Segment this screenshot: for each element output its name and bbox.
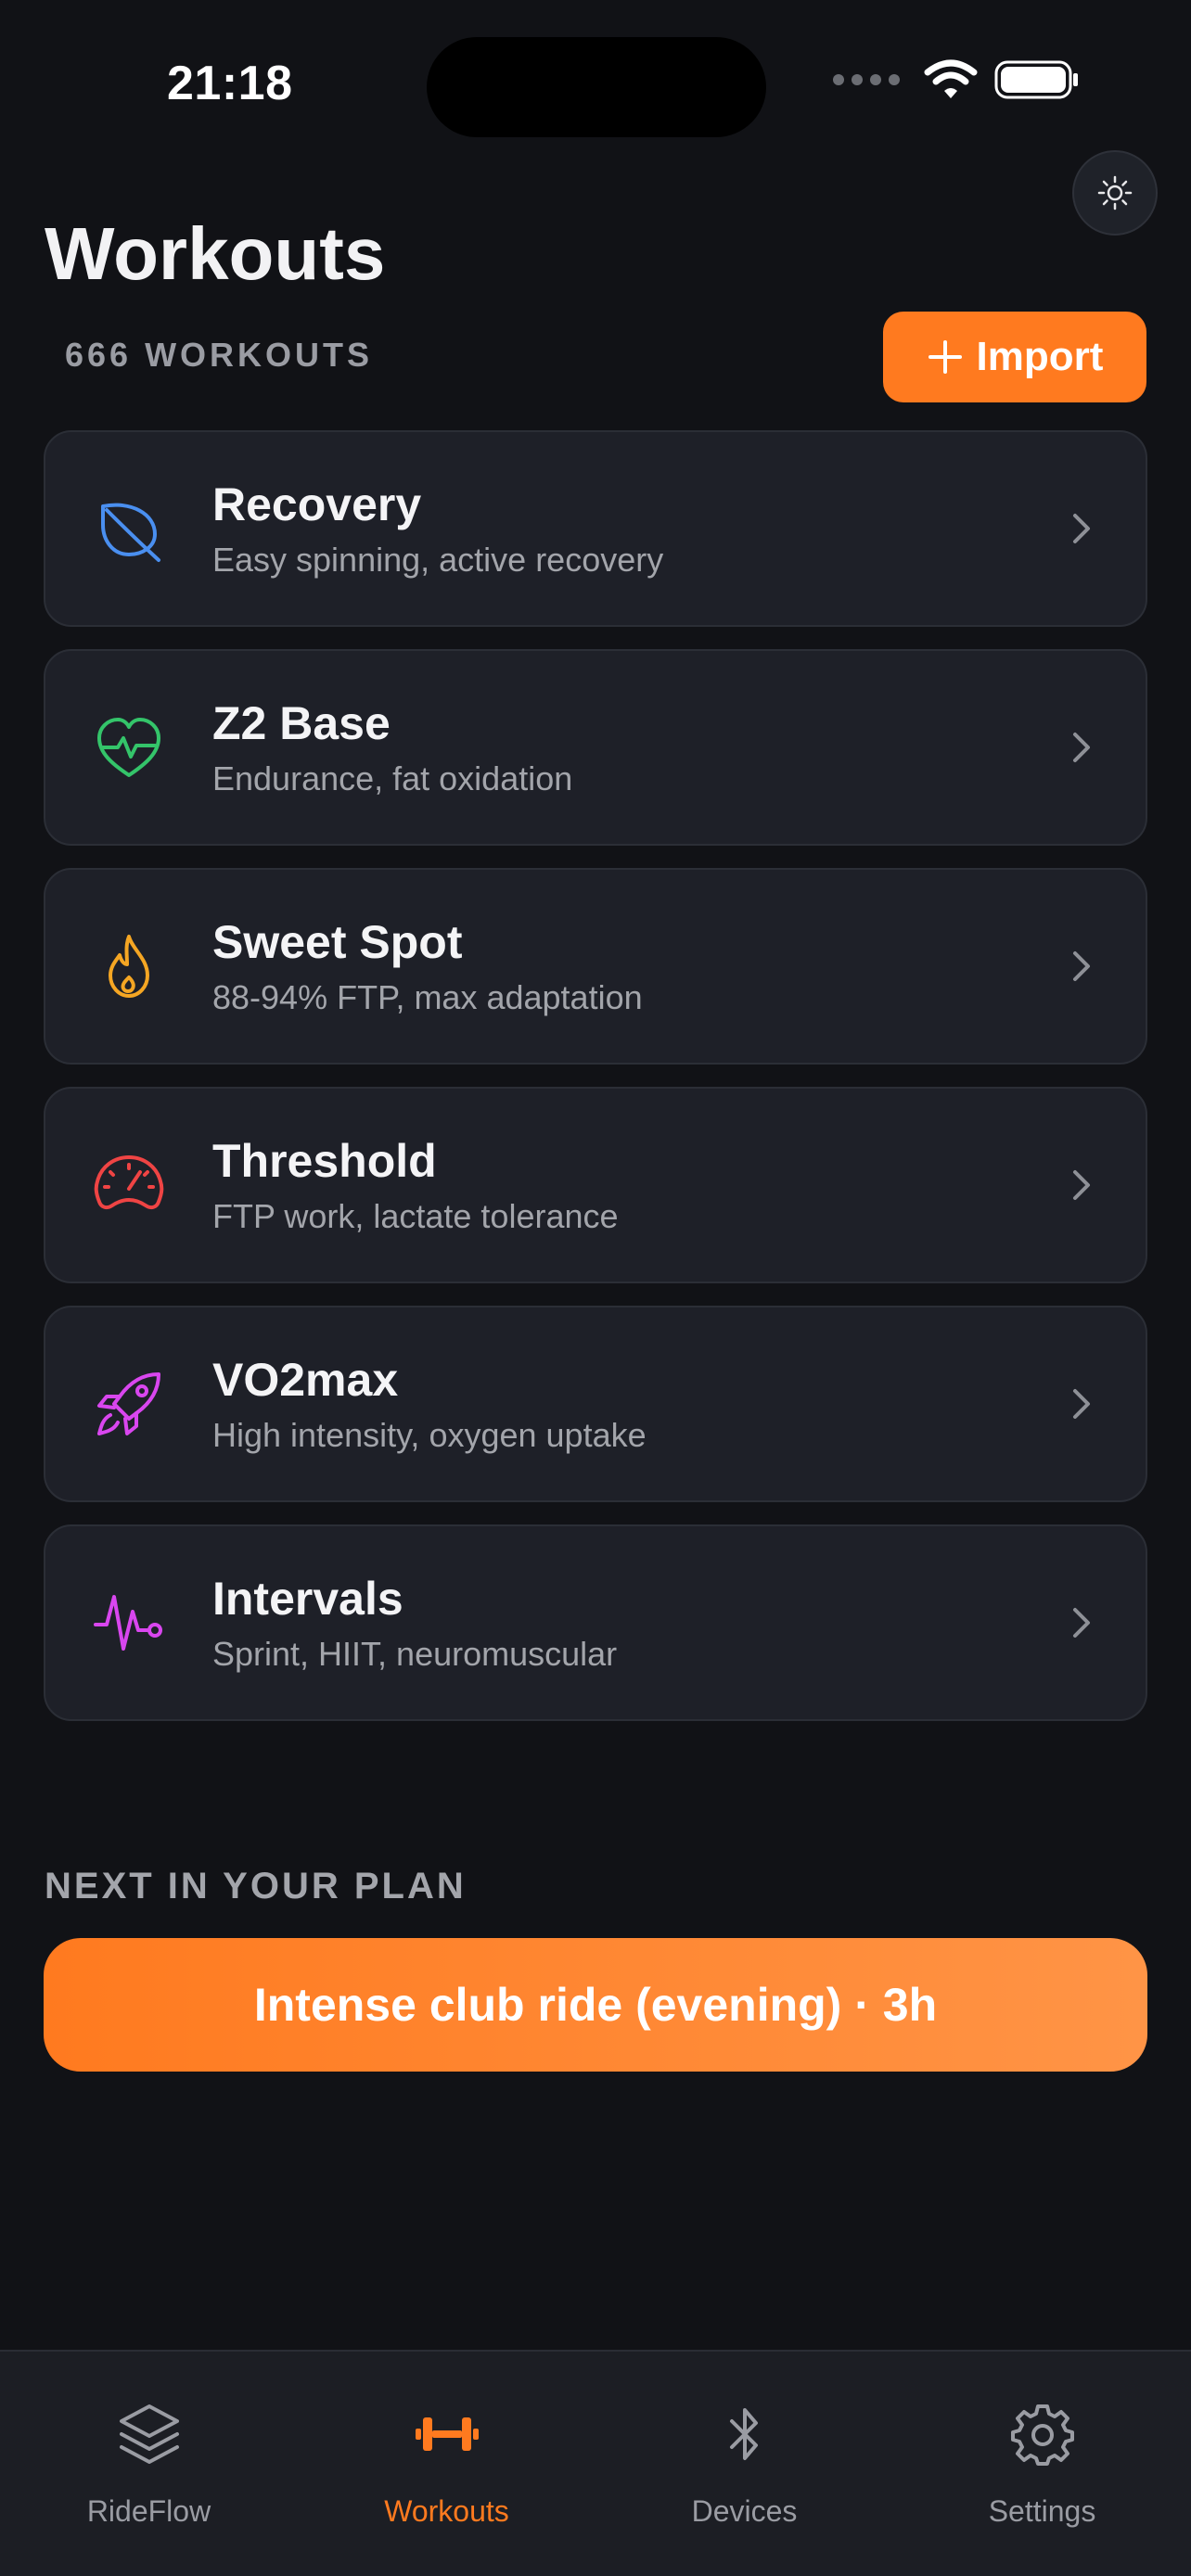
category-title: VO2max	[212, 1354, 399, 1406]
gear-icon	[1008, 2400, 1077, 2468]
chevron-right-icon	[1073, 514, 1090, 543]
category-subtitle: 88-94% FTP, max adaptation	[212, 978, 643, 1016]
battery-icon	[994, 60, 1078, 99]
page-title: Workouts	[45, 212, 386, 295]
wifi-icon	[924, 59, 978, 98]
status-indicators	[833, 59, 1080, 100]
category-subtitle: FTP work, lactate tolerance	[212, 1197, 619, 1235]
workout-category-list: Recovery Easy spinning, active recovery …	[44, 430, 1147, 1743]
tab-label: Settings	[988, 2494, 1096, 2528]
chevron-right-icon	[1073, 951, 1090, 981]
rocket-icon	[92, 1367, 166, 1441]
category-threshold[interactable]: Threshold FTP work, lactate tolerance	[44, 1087, 1147, 1283]
import-label: Import	[976, 334, 1104, 379]
category-recovery[interactable]: Recovery Easy spinning, active recovery	[44, 430, 1147, 627]
plan-section-label: NEXT IN YOUR PLAN	[45, 1866, 467, 1906]
tab-bar: RideFlow Workouts Devices Settings	[0, 2350, 1191, 2576]
signal-dots-icon	[833, 74, 900, 85]
category-title: Z2 Base	[212, 697, 391, 749]
tab-label: Workouts	[384, 2494, 509, 2528]
tab-workouts[interactable]: Workouts	[298, 2352, 596, 2576]
category-title: Intervals	[212, 1573, 403, 1625]
chevron-right-icon	[1073, 733, 1090, 762]
category-subtitle: Easy spinning, active recovery	[212, 541, 664, 579]
category-title: Threshold	[212, 1135, 437, 1187]
sun-icon	[1097, 175, 1133, 210]
workout-count: 666 WORKOUTS	[65, 336, 374, 374]
import-button[interactable]: Import	[883, 312, 1146, 402]
pulse-icon	[92, 1586, 166, 1660]
status-time: 21:18	[167, 57, 293, 110]
tab-label: RideFlow	[86, 2494, 211, 2528]
layers-icon	[115, 2400, 184, 2468]
dynamic-island	[427, 37, 766, 137]
leaf-icon	[92, 491, 166, 566]
chevron-right-icon	[1073, 1608, 1090, 1638]
category-subtitle: Endurance, fat oxidation	[212, 759, 573, 797]
tab-settings[interactable]: Settings	[893, 2352, 1191, 2576]
tab-rideflow[interactable]: RideFlow	[0, 2352, 298, 2576]
flame-icon	[92, 929, 166, 1003]
category-z2-base[interactable]: Z2 Base Endurance, fat oxidation	[44, 649, 1147, 846]
bluetooth-icon	[711, 2400, 779, 2468]
chevron-right-icon	[1073, 1170, 1090, 1200]
dumbbell-icon	[413, 2400, 481, 2468]
category-sweet-spot[interactable]: Sweet Spot 88-94% FTP, max adaptation	[44, 868, 1147, 1065]
category-title: Recovery	[212, 478, 422, 530]
category-vo2max[interactable]: VO2max High intensity, oxygen uptake	[44, 1306, 1147, 1502]
next-plan-button[interactable]: Intense club ride (evening) · 3h	[44, 1938, 1147, 2072]
workouts-screen: 21:18 Workouts 666 WORKOUTS Import Recov…	[0, 0, 1191, 2576]
theme-toggle-button[interactable]	[1072, 150, 1158, 236]
category-intervals[interactable]: Intervals Sprint, HIIT, neuromuscular	[44, 1524, 1147, 1721]
category-subtitle: Sprint, HIIT, neuromuscular	[212, 1635, 618, 1673]
chevron-right-icon	[1073, 1389, 1090, 1419]
heartbeat-icon	[92, 710, 166, 784]
category-title: Sweet Spot	[212, 916, 463, 968]
plus-icon	[928, 340, 962, 374]
gauge-icon	[92, 1148, 166, 1222]
tab-devices[interactable]: Devices	[596, 2352, 893, 2576]
tab-label: Devices	[691, 2494, 798, 2528]
category-subtitle: High intensity, oxygen uptake	[212, 1416, 647, 1454]
